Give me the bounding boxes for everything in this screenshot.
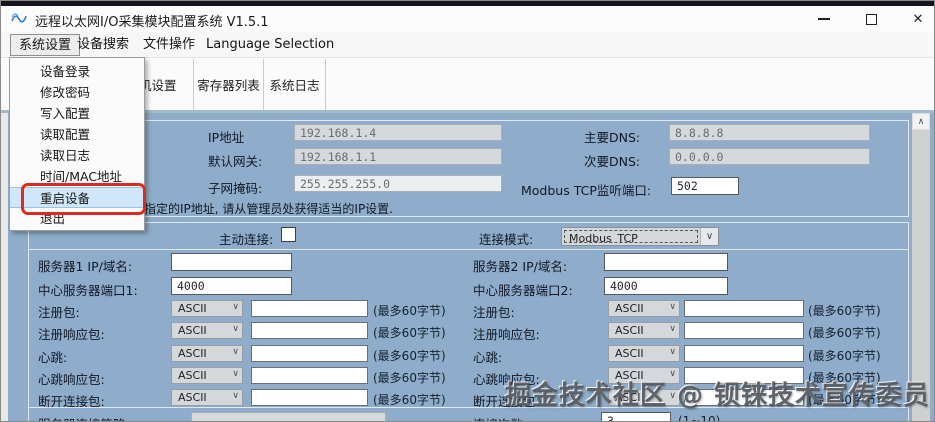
active-connect-checkbox[interactable] xyxy=(281,227,296,242)
connect-count-range: (1~10) xyxy=(678,414,721,422)
mask-input[interactable] xyxy=(294,175,502,192)
packet-label: 注册包: xyxy=(473,305,515,320)
max-bytes-note: (最多60字节) xyxy=(373,393,446,407)
server2-ip-label: 服务器2 IP/域名: xyxy=(473,259,568,274)
minimize-icon xyxy=(818,18,830,20)
group-divider-top xyxy=(28,249,909,250)
dns2-label: 次要DNS: xyxy=(584,154,641,169)
packet-input[interactable] xyxy=(251,367,368,384)
maximize-icon xyxy=(865,13,877,25)
mask-label: 子网掩码: xyxy=(208,181,263,196)
left-gutter xyxy=(1,113,8,421)
packet-label: 断开连接包: xyxy=(38,394,105,409)
encoding-select[interactable]: ASCII ∨ xyxy=(608,322,680,339)
active-connect-label: 主动连接: xyxy=(219,232,274,247)
modbus-port-input[interactable] xyxy=(671,177,739,195)
minimize-button[interactable] xyxy=(813,9,835,29)
encoding-select[interactable]: ASCII ∨ xyxy=(608,345,680,362)
max-bytes-note: (最多60字节) xyxy=(373,349,446,363)
modbus-port-label: Modbus TCP监听端口: xyxy=(521,183,652,198)
packet-label: 心跳: xyxy=(38,350,68,365)
packet-input[interactable] xyxy=(251,345,368,362)
max-bytes-note: (最多60字节) xyxy=(808,326,881,340)
encoding-select[interactable]: ASCII ∨ xyxy=(171,389,243,406)
menu-device-search[interactable]: 设备搜索 xyxy=(69,34,137,56)
packet-label: 注册响应包: xyxy=(473,327,540,342)
encoding-select[interactable]: ASCII ∨ xyxy=(608,300,680,317)
dns1-input[interactable] xyxy=(669,124,870,141)
ip-input[interactable] xyxy=(294,124,502,141)
dns1-label: 主要DNS: xyxy=(584,130,641,145)
packet-input[interactable] xyxy=(684,300,804,317)
chevron-up-icon: ∧ xyxy=(917,116,925,127)
packet-input[interactable] xyxy=(251,389,368,406)
server1-ip-label: 服务器1 IP/域名: xyxy=(38,259,133,274)
chevron-down-icon: ∨ xyxy=(669,324,676,334)
chevron-down-icon: ∨ xyxy=(669,347,676,357)
scroll-up-button[interactable]: ∧ xyxy=(912,113,930,130)
packet-input[interactable] xyxy=(684,345,804,362)
max-bytes-note: (最多60字节) xyxy=(808,304,881,318)
packet-label: 注册包: xyxy=(38,305,80,320)
menu-file-operations[interactable]: 文件操作 xyxy=(135,34,203,56)
menu-item-device-login[interactable]: 设备登录 xyxy=(10,61,144,82)
encoding-select[interactable]: ASCII ∨ xyxy=(171,322,243,339)
connection-mode-value: Modbus_TCP xyxy=(564,230,698,243)
connection-mode-select[interactable]: Modbus_TCP ∨ xyxy=(561,227,719,246)
encoding-select[interactable]: ASCII ∨ xyxy=(171,345,243,362)
menu-item-read-config[interactable]: 读取配置 xyxy=(10,124,144,145)
dns2-input[interactable] xyxy=(669,148,870,165)
menu-bar: 系统设置 设备搜索 文件操作 Language Selection xyxy=(1,32,934,58)
max-bytes-note: (最多60字节) xyxy=(808,349,881,363)
connect-count-input[interactable] xyxy=(601,412,671,421)
max-bytes-note: (最多60字节) xyxy=(373,326,446,340)
server2-ip-input[interactable] xyxy=(604,253,728,271)
tab-system-log[interactable]: 系统日志 xyxy=(264,59,326,110)
watermark-text: 掘金技术社区 @ 钡铼技术宣传委员 xyxy=(504,381,930,411)
max-bytes-note: (最多60字节) xyxy=(373,304,446,318)
server2-port-input[interactable] xyxy=(604,277,728,295)
packet-label: 心跳响应包: xyxy=(38,372,105,387)
server-strategy-label: 服务器连接策略 xyxy=(38,414,126,421)
menu-item-read-log[interactable]: 读取日志 xyxy=(10,145,144,166)
packet-input[interactable] xyxy=(684,322,804,339)
chevron-down-icon: ∨ xyxy=(700,228,718,245)
chevron-down-icon: ∨ xyxy=(232,324,239,334)
encoding-select[interactable]: ASCII ∨ xyxy=(171,367,243,384)
app-icon xyxy=(10,11,28,26)
title-bar: 远程以太网I/O采集模块配置系统 V1.5.1 ✕ xyxy=(1,6,934,32)
server2-port-label: 中心服务器端口2: xyxy=(473,283,573,298)
menu-item-write-config[interactable]: 写入配置 xyxy=(10,103,144,124)
chevron-down-icon: ∨ xyxy=(232,369,239,379)
maximize-button[interactable] xyxy=(860,9,882,29)
encoding-select[interactable]: ASCII ∨ xyxy=(171,300,243,317)
chevron-down-icon: ∨ xyxy=(232,347,239,357)
close-button[interactable]: ✕ xyxy=(907,9,929,29)
server1-ip-input[interactable] xyxy=(171,253,292,271)
gateway-label: 默认网关: xyxy=(208,154,263,169)
menu-language-selection[interactable]: Language Selection xyxy=(198,34,342,56)
packet-input[interactable] xyxy=(251,322,368,339)
packet-label: 心跳: xyxy=(473,350,503,365)
menu-item-change-password[interactable]: 修改密码 xyxy=(10,82,144,103)
server1-port-label: 中心服务器端口1: xyxy=(38,283,138,298)
mode-label: 连接模式: xyxy=(479,232,534,247)
server-strategy-input[interactable] xyxy=(191,412,386,421)
ip-label: IP地址 xyxy=(208,130,245,145)
chevron-down-icon: ∨ xyxy=(232,391,239,401)
gateway-input[interactable] xyxy=(294,148,502,165)
server1-port-input[interactable] xyxy=(171,277,292,295)
app-window: 远程以太网I/O采集模块配置系统 V1.5.1 ✕ 系统设置 设备搜索 文件操作… xyxy=(0,0,935,422)
ip-hint-text: 指定的IP地址, 请从管理员处获得适当的IP设置. xyxy=(144,202,393,216)
packet-input[interactable] xyxy=(251,300,368,317)
max-bytes-note: (最多60字节) xyxy=(373,371,446,385)
red-annotation-box xyxy=(21,183,146,215)
window-title: 远程以太网I/O采集模块配置系统 V1.5.1 xyxy=(35,15,269,30)
connect-count-label: 连接次数 xyxy=(473,414,523,421)
tab-register-list[interactable]: 寄存器列表 xyxy=(194,59,264,110)
packet-label: 注册响应包: xyxy=(38,327,105,342)
chevron-down-icon: ∨ xyxy=(232,302,239,312)
chevron-down-icon: ∨ xyxy=(669,302,676,312)
